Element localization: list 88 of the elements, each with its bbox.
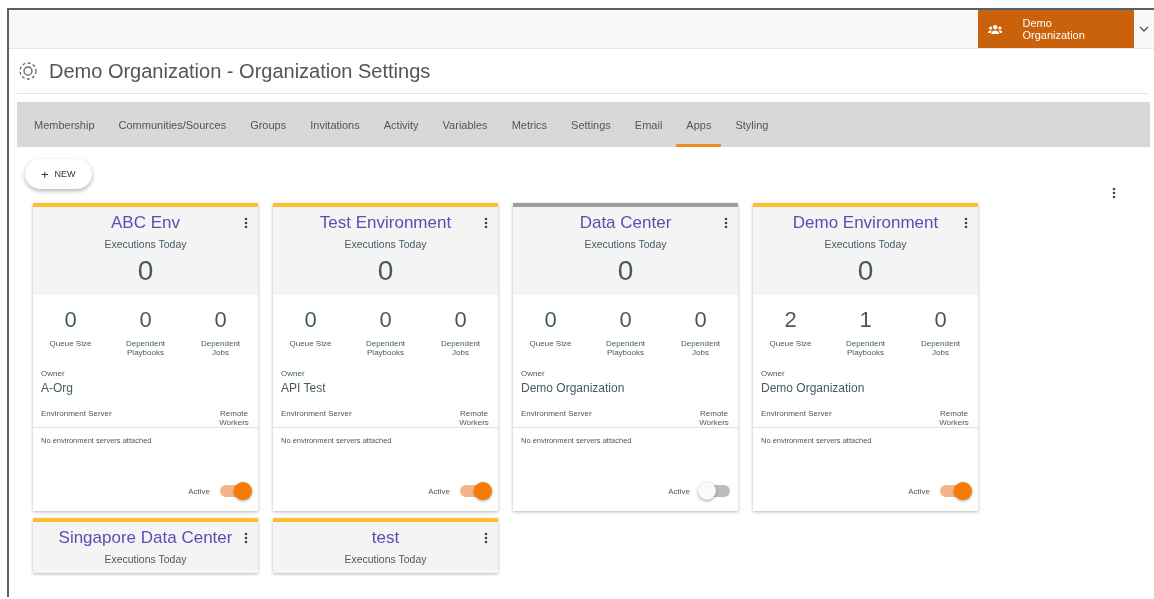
executions-label: Executions Today bbox=[103, 238, 188, 250]
stat-value: 0 bbox=[304, 307, 317, 333]
more-icon[interactable] bbox=[724, 217, 728, 229]
owner-name: Demo Organization bbox=[761, 381, 866, 395]
environment-name[interactable]: Data Center bbox=[521, 213, 730, 233]
column-label: Environment Server bbox=[281, 409, 352, 420]
chevron-down-icon[interactable] bbox=[1139, 26, 1149, 32]
stat-value: 0 bbox=[139, 307, 152, 333]
more-icon[interactable] bbox=[244, 532, 248, 544]
owner-label: Owner bbox=[521, 369, 546, 378]
executions-label: Executions Today bbox=[583, 238, 668, 250]
stat-value: 0 bbox=[64, 307, 77, 333]
stat-value: 0 bbox=[214, 307, 227, 333]
page-title: Demo Organization - Organization Settings bbox=[49, 59, 431, 83]
people-icon bbox=[988, 23, 1003, 35]
active-toggle[interactable] bbox=[938, 482, 972, 500]
stat-value: 0 bbox=[544, 307, 557, 333]
settings-tab[interactable]: Settings bbox=[561, 102, 621, 147]
settings-tab[interactable]: Membership bbox=[24, 102, 105, 147]
executions-label: Executions Today bbox=[823, 238, 908, 250]
settings-tab[interactable]: Styling bbox=[725, 102, 779, 147]
stat-label: Dependent Jobs bbox=[439, 339, 482, 357]
stat-label: Dependent Jobs bbox=[679, 339, 722, 357]
environment-name[interactable]: Singapore Data Center bbox=[41, 528, 250, 548]
stat-label: Dependent Playbooks bbox=[124, 339, 167, 357]
organization-button[interactable]: Demo Organization bbox=[978, 10, 1134, 48]
owner-name: A-Org bbox=[41, 381, 74, 395]
column-label: Environment Server bbox=[41, 409, 112, 420]
active-label: Active bbox=[908, 486, 930, 496]
stat-label: Queue Size bbox=[288, 339, 333, 348]
new-button[interactable]: + NEW bbox=[25, 159, 92, 189]
owner-label: Owner bbox=[281, 369, 306, 378]
active-toggle[interactable] bbox=[698, 482, 732, 500]
active-toggle[interactable] bbox=[458, 482, 492, 500]
environment-name[interactable]: ABC Env bbox=[41, 213, 250, 233]
settings-tab[interactable]: Invitations bbox=[300, 102, 370, 147]
column-label: Remote Workers bbox=[938, 409, 970, 427]
column-label: Remote Workers bbox=[218, 409, 250, 427]
more-icon[interactable] bbox=[484, 217, 488, 229]
more-icon[interactable] bbox=[1112, 187, 1116, 199]
stat-value: 0 bbox=[934, 307, 947, 333]
settings-tab[interactable]: Metrics bbox=[501, 102, 558, 147]
active-label: Active bbox=[188, 486, 210, 496]
active-label: Active bbox=[428, 486, 450, 496]
settings-tab[interactable]: Apps bbox=[676, 102, 722, 147]
column-label: Environment Server bbox=[761, 409, 832, 420]
executions-label: Executions Today bbox=[343, 238, 428, 250]
executions-count: 0 bbox=[616, 255, 635, 287]
column-label: Environment Server bbox=[521, 409, 592, 420]
active-toggle[interactable] bbox=[218, 482, 252, 500]
stat-label: Dependent Jobs bbox=[199, 339, 242, 357]
settings-tab[interactable]: Variables bbox=[432, 102, 498, 147]
stat-value: 0 bbox=[379, 307, 392, 333]
stat-value: 2 bbox=[784, 307, 797, 333]
stat-label: Dependent Playbooks bbox=[844, 339, 887, 357]
stat-label: Dependent Playbooks bbox=[364, 339, 407, 357]
settings-tab[interactable]: Communities/Sources bbox=[108, 102, 237, 147]
stat-value: 0 bbox=[454, 307, 467, 333]
owner-label: Owner bbox=[41, 369, 66, 378]
settings-tab[interactable]: Email bbox=[624, 102, 673, 147]
settings-icon bbox=[17, 60, 39, 82]
executions-label: Executions Today bbox=[103, 553, 188, 565]
stat-value: 0 bbox=[619, 307, 632, 333]
settings-tab[interactable]: Activity bbox=[373, 102, 429, 147]
executions-count: 0 bbox=[136, 255, 155, 287]
stat-label: Queue Size bbox=[48, 339, 93, 348]
settings-tab[interactable]: Groups bbox=[240, 102, 297, 147]
owner-name: API Test bbox=[281, 381, 327, 395]
stat-label: Queue Size bbox=[528, 339, 573, 348]
more-icon[interactable] bbox=[244, 217, 248, 229]
more-icon[interactable] bbox=[484, 532, 488, 544]
environment-name[interactable]: Test Environment bbox=[281, 213, 490, 233]
stat-label: Queue Size bbox=[768, 339, 813, 348]
environment-name[interactable]: Demo Environment bbox=[761, 213, 970, 233]
column-label: Remote Workers bbox=[698, 409, 730, 427]
active-label: Active bbox=[668, 486, 690, 496]
executions-count: 0 bbox=[856, 255, 875, 287]
stat-label: Dependent Playbooks bbox=[604, 339, 647, 357]
executions-label: Executions Today bbox=[343, 553, 428, 565]
stat-value: 1 bbox=[859, 307, 872, 333]
stat-label: Dependent Jobs bbox=[919, 339, 962, 357]
environment-name[interactable]: test bbox=[281, 528, 490, 548]
more-icon[interactable] bbox=[964, 217, 968, 229]
owner-name: Demo Organization bbox=[521, 381, 626, 395]
owner-label: Owner bbox=[761, 369, 786, 378]
column-label: Remote Workers bbox=[458, 409, 490, 427]
executions-count: 0 bbox=[376, 255, 395, 287]
stat-value: 0 bbox=[694, 307, 707, 333]
